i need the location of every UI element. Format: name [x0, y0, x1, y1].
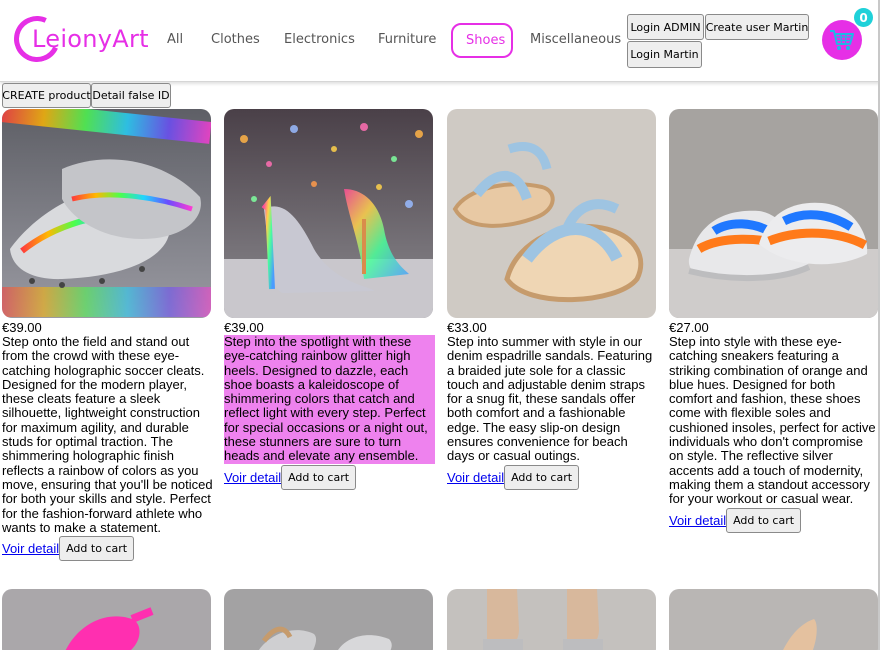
add-to-cart-button[interactable]: Add to cart	[726, 507, 802, 533]
nav-item-all[interactable]: All	[167, 32, 183, 47]
product-image-grey-heels[interactable]	[224, 589, 433, 650]
product-description: Step onto the field and stand out from t…	[2, 334, 213, 535]
nav-item-electronics[interactable]: Electronics	[284, 32, 355, 47]
create-user-martin-button[interactable]: Create user Martin	[705, 14, 809, 40]
site-header: LeionyArt All Clothes Electronics Furnit…	[0, 0, 880, 82]
product-price: €33.00	[447, 320, 487, 335]
detail-false-id-button[interactable]: Detail false ID	[91, 83, 171, 108]
shopping-cart-icon	[830, 30, 854, 50]
product-card: €39.00 Step into the spotlight with thes…	[224, 109, 435, 490]
voir-detail-link[interactable]: Voir detail	[224, 470, 281, 485]
add-to-cart-button[interactable]: Add to cart	[281, 464, 357, 490]
product-price: €27.00	[669, 320, 709, 335]
cart-count-badge: 0	[854, 8, 873, 27]
voir-detail-link[interactable]: Voir detail	[669, 513, 726, 528]
product-image-orange-blue-sneakers[interactable]	[669, 109, 878, 318]
nav-item-furniture[interactable]: Furniture	[378, 32, 436, 47]
product-price: €39.00	[224, 320, 264, 335]
product-description: Step into style with these eye-catching …	[669, 334, 876, 507]
product-image-nude-heels[interactable]	[669, 589, 878, 650]
product-description: Step into summer with style in our denim…	[447, 334, 653, 464]
product-image-boots[interactable]	[447, 589, 656, 650]
nav-item-clothes[interactable]: Clothes	[211, 32, 260, 47]
brand-logo[interactable]: LeionyArt	[7, 9, 149, 69]
add-to-cart-button[interactable]: Add to cart	[504, 464, 580, 490]
nav-item-shoes[interactable]: Shoes	[451, 23, 513, 58]
nav-item-miscellaneous[interactable]: Miscellaneous	[530, 32, 621, 47]
login-martin-button[interactable]: Login Martin	[627, 41, 702, 68]
voir-detail-link[interactable]: Voir detail	[447, 470, 504, 485]
product-card: €39.00 Step onto the field and stand out…	[2, 109, 213, 562]
login-admin-button[interactable]: Login ADMIN	[627, 14, 704, 40]
add-to-cart-button[interactable]: Add to cart	[59, 536, 135, 562]
brand-name: LeionyArt	[32, 25, 149, 53]
product-description: Step into the spotlight with these eye-c…	[224, 334, 435, 464]
product-image-glitter-heels[interactable]	[224, 109, 433, 318]
product-image-holographic-cleats[interactable]	[2, 109, 211, 318]
product-image-pink-heels[interactable]	[2, 589, 211, 650]
cart-button[interactable]	[822, 20, 862, 60]
create-product-button[interactable]: CREATE product	[2, 83, 91, 108]
product-card: €27.00 Step into style with these eye-ca…	[669, 109, 880, 533]
product-price: €39.00	[2, 320, 42, 335]
product-image-denim-sandals[interactable]	[447, 109, 656, 318]
product-card: €33.00 Step into summer with style in ou…	[447, 109, 658, 490]
voir-detail-link[interactable]: Voir detail	[2, 541, 59, 556]
